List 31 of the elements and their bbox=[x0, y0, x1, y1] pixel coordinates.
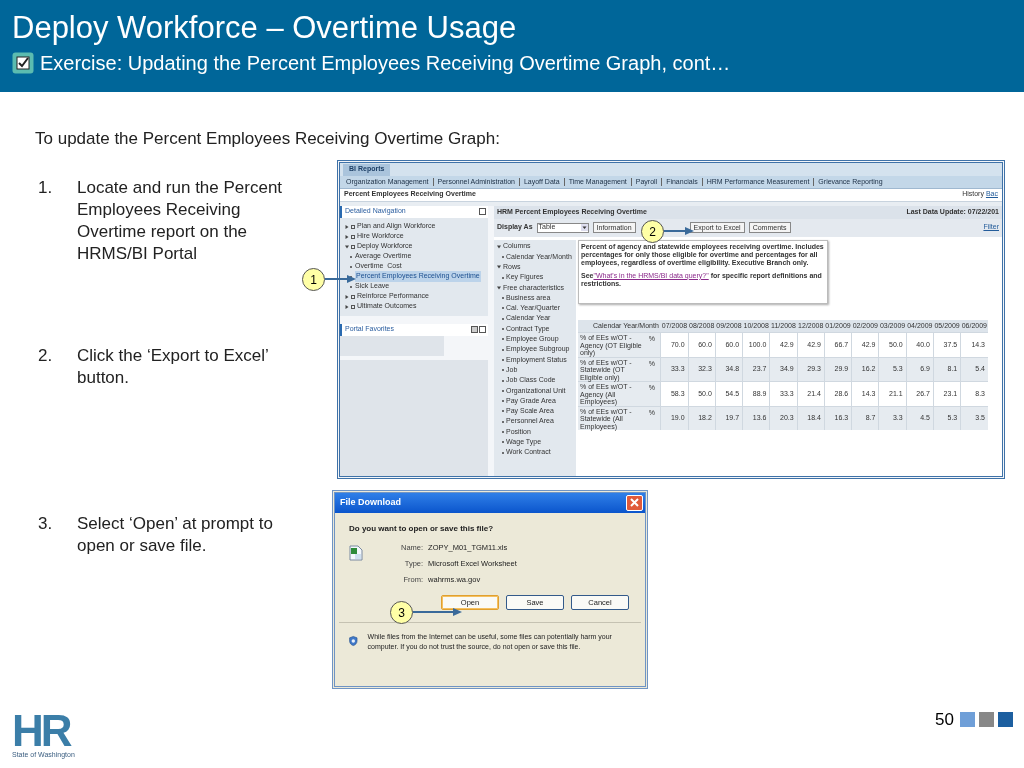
slide-title: Deploy Workforce – Overtime Usage bbox=[12, 10, 518, 46]
intro-text: To update the Percent Employees Receiving Overtime Graph: bbox=[35, 128, 501, 150]
spreadsheet-file-icon bbox=[349, 544, 363, 561]
slide-marker bbox=[978, 712, 994, 728]
close-icon bbox=[630, 498, 639, 507]
grid-icon[interactable] bbox=[471, 326, 478, 333]
triangle-icon[interactable] bbox=[497, 265, 501, 270]
step-text: Locate and run the Percent Employees Receiving Overtime report on the HRMS/BI Portal bbox=[77, 176, 284, 265]
callout-badge: 1 bbox=[302, 268, 325, 291]
pointer-arrow bbox=[413, 607, 462, 617]
checkbox-icon bbox=[12, 52, 34, 74]
step-text: Click the ‘Export to Excel’ button. bbox=[77, 344, 270, 389]
page-number: 50 bbox=[935, 709, 954, 731]
step-text: Select ‘Open’ at prompt to open or save file. bbox=[77, 512, 274, 557]
close-button[interactable] bbox=[626, 494, 643, 511]
triangle-icon[interactable] bbox=[497, 285, 501, 290]
triangle-icon[interactable] bbox=[497, 244, 501, 249]
dialog-title: File Download bbox=[340, 495, 401, 509]
step-number: 1. bbox=[38, 176, 54, 199]
slide-marker bbox=[997, 712, 1013, 728]
step-number: 2. bbox=[38, 344, 54, 367]
slide-subtitle: Exercise: Updating the Percent Employees Receiving Overtime Graph, cont… bbox=[40, 51, 731, 76]
slide-marker bbox=[959, 712, 975, 728]
pointer-arrow bbox=[664, 226, 694, 236]
step-number: 3. bbox=[38, 512, 54, 535]
dialog-question: Do you want to open or save this file? bbox=[349, 522, 494, 535]
collapse-icon[interactable] bbox=[479, 326, 486, 333]
collapse-icon[interactable] bbox=[479, 208, 486, 215]
caret-icon bbox=[580, 224, 588, 231]
pointer-arrow bbox=[325, 274, 356, 284]
logo: HR bbox=[12, 712, 71, 750]
